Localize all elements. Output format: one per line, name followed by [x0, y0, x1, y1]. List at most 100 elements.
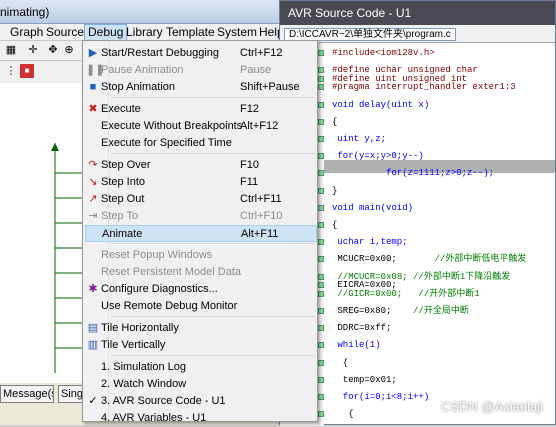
debug-menu: ▶ Start/Restart Debugging Ctrl+F12 ❚❚ Pause … [82, 40, 318, 424]
debug-menu-item[interactable]: Execute for Specified Time [85, 135, 317, 152]
zoom-in-icon[interactable]: ⊕ [62, 43, 76, 57]
source-title-bar: AVR Source Code - U1 [280, 1, 555, 25]
menu-item-label: Execute Without Breakpoints [101, 120, 243, 132]
stop-icon: ■ [89, 81, 97, 93]
menu-item-label: Step Over [101, 159, 151, 171]
menu-bar: Graph Source Debug Library Template Syst… [0, 24, 286, 41]
code-line: #pragma interrupt_handler exter1:3 [332, 82, 516, 93]
code-line: void main(void) [332, 202, 414, 213]
start-debug-icon: ▶ [88, 47, 98, 59]
debug-menu-item[interactable]: Use Remote Debug Monitor [85, 298, 317, 315]
grid-icon[interactable]: ▦ [4, 43, 18, 57]
debug-menu-item: Reset Persistent Model Data [85, 264, 317, 281]
source-code-area[interactable]: #include<iom128v.h> #define uchar unsigne… [324, 43, 555, 426]
menu-item-label: Execute [101, 103, 141, 115]
debug-menu-item[interactable]: ✖ Execute F12 [85, 101, 317, 118]
debug-menu-item[interactable]: 4. AVR Variables - U1 [85, 410, 317, 427]
menu-library[interactable]: Library [123, 25, 166, 40]
menu-item-shortcut: Shift+Pause [240, 81, 300, 93]
code-line: uint y,z; [332, 134, 387, 144]
menu-item-label: Tile Vertically [101, 339, 166, 351]
debug-menu-item[interactable]: ↷ Step Over F10 [85, 157, 317, 174]
watermark: CSDN @Axiaolaji [440, 399, 543, 414]
debug-menu-item[interactable]: Animate Alt+F11 [85, 225, 317, 242]
menu-item-shortcut: Ctrl+F11 [240, 193, 282, 205]
code-line: while(1) [332, 340, 381, 351]
menu-separator [111, 355, 315, 356]
code-line: { [332, 220, 338, 230]
code-line: temp=0x01; [332, 374, 397, 385]
code-line: void delay(uint x) [332, 99, 430, 110]
messages-button[interactable]: Message(s) [0, 385, 54, 403]
menu-source[interactable]: Source [43, 25, 87, 40]
menu-item-label: 1. Simulation Log [101, 361, 186, 373]
diagnostics-icon: ✱ [88, 283, 98, 295]
debug-menu-item[interactable]: ↗ Step Out Ctrl+F11 [85, 191, 317, 208]
menu-item-label: Step Into [101, 176, 146, 188]
menu-item-label: Stop Animation [101, 81, 175, 93]
debug-menu-item[interactable]: 1. Simulation Log [85, 359, 317, 376]
menu-separator [111, 153, 315, 154]
origin-icon[interactable]: ✛ [26, 43, 40, 57]
menu-template[interactable]: Template [163, 25, 218, 40]
code-line: for(y=x;y>0;y--) [332, 151, 424, 162]
menu-item-shortcut: Ctrl+F10 [240, 210, 283, 222]
step-out-icon: ↗ [88, 193, 98, 205]
code-line: for(z=1111;z>0;z--); [332, 168, 495, 179]
menu-item-label: Pause Animation [101, 64, 184, 76]
source-path-bar: D:\ICCAVR~2\单独文件夹\program.c [280, 25, 555, 43]
code-line: { [332, 116, 338, 127]
debug-menu-item[interactable]: ↘ Step Into F11 [85, 174, 317, 191]
isis-title-bar: nimating) [0, 0, 286, 24]
tile-vertical-icon: ▥ [87, 339, 99, 351]
component-icon[interactable]: ■ [20, 64, 34, 78]
menu-item-label: Start/Restart Debugging [101, 47, 220, 59]
pause-icon: ❚❚ [86, 64, 105, 76]
menu-item-label: Configure Diagnostics... [101, 283, 218, 295]
debug-menu-item[interactable]: ▤ Tile Horizontally [85, 320, 317, 337]
menu-item-label: Animate [102, 228, 143, 240]
pan-icon[interactable]: ✥ [46, 43, 60, 57]
menu-item-shortcut: Ctrl+F12 [240, 47, 283, 59]
debug-menu-item[interactable]: ✓ 3. AVR Source Code - U1 [85, 393, 317, 410]
code-line: #include<iom128v.h> [332, 48, 435, 58]
menu-graph[interactable]: Graph [7, 25, 46, 40]
grid-dots-icon[interactable]: ⋮ [4, 64, 18, 78]
menu-item-shortcut: F11 [240, 176, 259, 188]
menu-item-label: Reset Persistent Model Data [101, 266, 242, 278]
debug-menu-item[interactable]: ■ Stop Animation Shift+Pause [85, 79, 317, 96]
step-into-icon: ↘ [88, 176, 98, 188]
debug-menu-item[interactable]: ▥ Tile Vertically [85, 337, 317, 354]
menu-debug[interactable]: Debug [84, 24, 128, 41]
step-to-icon: ⇥ [88, 210, 98, 222]
menu-item-shortcut: Alt+F11 [241, 228, 279, 240]
debug-menu-item[interactable]: Execute Without Breakpoints Alt+F12 [85, 118, 317, 135]
debug-menu-item: ⇥ Step To Ctrl+F10 [85, 208, 317, 225]
single-button[interactable]: Single [58, 385, 84, 403]
menu-system[interactable]: System [214, 25, 260, 40]
menu-item-label: Execute for Specified Time [101, 137, 232, 149]
menu-item-label: 4. AVR Variables - U1 [101, 412, 207, 424]
code-line: //GICR=0x00; //开外部中断1 [337, 288, 480, 299]
debug-menu-item: ❚❚ Pause Animation Pause [85, 62, 317, 79]
isis-title: nimating) [0, 5, 50, 19]
menu-item-label: 2. Watch Window [101, 378, 187, 390]
debug-menu-item[interactable]: 2. Watch Window [85, 376, 317, 393]
execute-icon: ✖ [88, 103, 98, 115]
code-line: uchar i,temp; [332, 237, 408, 248]
debug-menu-item[interactable]: ▶ Start/Restart Debugging Ctrl+F12 [85, 45, 317, 62]
debug-menu-item[interactable]: ✱ Configure Diagnostics... [85, 281, 317, 298]
menu-item-label: Reset Popup Windows [101, 249, 213, 261]
code-line: MCUCR=0x00; //外部中断低电平触发 [332, 254, 527, 265]
code-line: DDRC=0xff; [332, 323, 392, 334]
code-line: for(i=0;i<8;i++) [332, 392, 430, 402]
menu-separator [111, 97, 315, 98]
code-line: { [332, 357, 349, 368]
check-icon: ✓ [88, 395, 98, 407]
menu-item-label: Step To [101, 210, 139, 222]
menu-item-shortcut: F10 [240, 159, 259, 171]
tile-horizontal-icon: ▤ [87, 322, 99, 334]
avr-source-window: AVR Source Code - U1 D:\ICCAVR~2\单独文件夹\p… [279, 0, 556, 426]
menu-item-label: Step Out [101, 193, 145, 205]
menu-item-shortcut: Pause [240, 64, 272, 76]
